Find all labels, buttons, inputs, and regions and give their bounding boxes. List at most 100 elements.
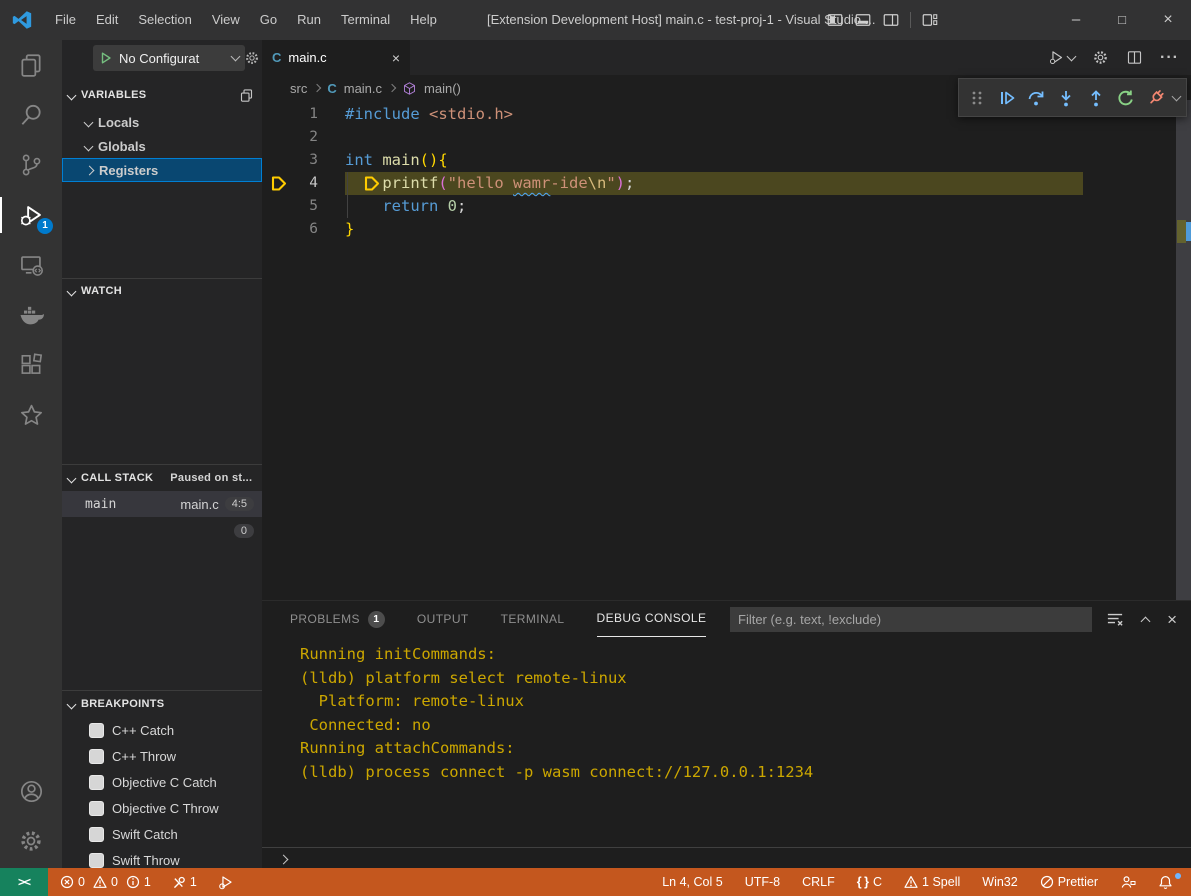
- gear-icon[interactable]: [1092, 49, 1109, 66]
- debug-settings-gear-icon[interactable]: [244, 50, 260, 66]
- remote-indicator[interactable]: ><: [0, 868, 48, 896]
- toggle-sidebar-icon[interactable]: [826, 11, 844, 29]
- breakpoints-section-header[interactable]: BREAKPOINTS: [62, 693, 262, 715]
- formatter-status[interactable]: Prettier: [1034, 875, 1104, 889]
- menu-selection[interactable]: Selection: [128, 0, 201, 40]
- toggle-secondary-sidebar-icon[interactable]: [882, 11, 900, 29]
- console-filter-input[interactable]: [730, 607, 1092, 632]
- breakpoint-cpp-throw[interactable]: C++ Throw: [62, 743, 262, 769]
- problems-label: PROBLEMS: [290, 602, 360, 637]
- debug-toolbar-drag-handle[interactable]: [965, 85, 989, 111]
- variables-item-registers[interactable]: Registers: [62, 158, 262, 182]
- toggle-panel-icon[interactable]: [854, 11, 872, 29]
- manage-button[interactable]: [0, 816, 62, 866]
- menu-view[interactable]: View: [202, 0, 250, 40]
- close-panel-icon[interactable]: ×: [1167, 611, 1177, 628]
- restart-button[interactable]: [1114, 85, 1138, 111]
- sidebar-item-search[interactable]: [0, 90, 62, 140]
- code-line-2[interactable]: 2: [262, 126, 1191, 149]
- breakpoint-objc-catch[interactable]: Objective C Catch: [62, 769, 262, 795]
- notifications-button[interactable]: [1152, 875, 1179, 890]
- checkbox[interactable]: [89, 853, 104, 868]
- more-actions-icon[interactable]: ···: [1160, 49, 1179, 67]
- breakpoint-objc-throw[interactable]: Objective C Throw: [62, 795, 262, 821]
- debug-console-input[interactable]: [262, 847, 1191, 870]
- sidebar-item-docker[interactable]: [0, 290, 62, 340]
- checkbox[interactable]: [89, 749, 104, 764]
- sidebar-item-source-control[interactable]: [0, 140, 62, 190]
- step-out-button[interactable]: [1084, 85, 1108, 111]
- breakpoint-swift-catch[interactable]: Swift Catch: [62, 821, 262, 847]
- sidebar-item-extensions[interactable]: [0, 340, 62, 390]
- ports-status[interactable]: 1: [165, 875, 203, 890]
- eol-sequence[interactable]: CRLF: [796, 875, 841, 889]
- debug-configuration-dropdown[interactable]: No Configurat: [93, 45, 245, 71]
- feedback-button[interactable]: [1114, 875, 1142, 890]
- code-line-6[interactable]: 6 }: [262, 218, 1191, 241]
- tab-output[interactable]: OUTPUT: [417, 602, 469, 637]
- spell-checker-status[interactable]: 1 Spell: [898, 875, 966, 889]
- continue-icon: [997, 88, 1017, 108]
- maximize-panel-icon[interactable]: [1141, 616, 1151, 626]
- line-number: 1: [262, 103, 318, 126]
- code-line-3[interactable]: 3 int main(){: [262, 149, 1191, 172]
- chevron-down-icon[interactable]: [1172, 91, 1182, 101]
- split-editor-icon[interactable]: [1126, 49, 1143, 66]
- stack-frame-row[interactable]: main main.c 4:5: [62, 491, 262, 517]
- language-mode[interactable]: { } C: [851, 875, 888, 889]
- breakpoint-cpp-catch[interactable]: C++ Catch: [62, 717, 262, 743]
- clear-console-icon[interactable]: [1106, 611, 1124, 627]
- debug-status[interactable]: [211, 874, 240, 891]
- run-or-debug-button[interactable]: [1048, 49, 1075, 66]
- editor-scrollbar[interactable]: [1176, 100, 1191, 600]
- checkbox[interactable]: [89, 723, 104, 738]
- variables-section-header[interactable]: VARIABLES: [62, 84, 262, 106]
- cursor-position[interactable]: Ln 4, Col 5: [656, 875, 728, 889]
- disconnect-button[interactable]: [1143, 85, 1167, 111]
- breadcrumb-symbol[interactable]: main(): [424, 81, 461, 96]
- problems-status[interactable]: 0 0 1: [54, 875, 157, 889]
- checkbox[interactable]: [89, 775, 104, 790]
- variables-item-locals[interactable]: Locals: [62, 110, 262, 134]
- sidebar-item-run-and-debug[interactable]: 1: [0, 190, 62, 240]
- menu-go[interactable]: Go: [250, 0, 287, 40]
- disconnect-icon: [1145, 88, 1165, 108]
- copy-icon[interactable]: [239, 88, 254, 103]
- tab-problems[interactable]: PROBLEMS 1: [290, 602, 385, 637]
- tab-main-c[interactable]: C main.c ×: [262, 40, 410, 75]
- step-into-button[interactable]: [1054, 85, 1078, 111]
- call-stack-section-header[interactable]: CALL STACK Paused on st...: [62, 467, 262, 489]
- watch-section-header[interactable]: WATCH: [62, 280, 262, 302]
- customize-layout-icon[interactable]: [921, 11, 939, 29]
- sidebar-item-remote-explorer[interactable]: [0, 240, 62, 290]
- checkbox[interactable]: [89, 827, 104, 842]
- tab-terminal[interactable]: TERMINAL: [501, 602, 565, 637]
- breadcrumb-file[interactable]: main.c: [344, 81, 382, 96]
- tab-debug-console[interactable]: DEBUG CONSOLE: [597, 601, 707, 637]
- sidebar-item-explorer[interactable]: [0, 40, 62, 90]
- checkbox[interactable]: [89, 801, 104, 816]
- variables-item-globals[interactable]: Globals: [62, 134, 262, 158]
- thread-row[interactable]: 0: [62, 519, 262, 543]
- minimize-button[interactable]: –: [1053, 0, 1099, 40]
- menu-run[interactable]: Run: [287, 0, 331, 40]
- source-control-icon: [18, 152, 44, 178]
- code-line-5[interactable]: 5 return 0;: [262, 195, 1191, 218]
- menu-terminal[interactable]: Terminal: [331, 0, 400, 40]
- continue-button[interactable]: [995, 85, 1019, 111]
- maximize-button[interactable]: □: [1099, 0, 1145, 40]
- step-over-button[interactable]: [1024, 85, 1048, 111]
- account-button[interactable]: [0, 766, 62, 816]
- c-file-icon: C: [272, 50, 281, 65]
- code-area[interactable]: 1 #include <stdio.h> 2 3 int main(){ 4: [262, 103, 1191, 600]
- menu-file[interactable]: File: [45, 0, 86, 40]
- breadcrumb-dir[interactable]: src: [290, 81, 307, 96]
- platform-status[interactable]: Win32: [976, 875, 1023, 889]
- menu-help[interactable]: Help: [400, 0, 447, 40]
- tab-close-icon[interactable]: ×: [392, 50, 400, 66]
- encoding[interactable]: UTF-8: [739, 875, 786, 889]
- sidebar-item-wamr-ide[interactable]: [0, 390, 62, 440]
- menu-edit[interactable]: Edit: [86, 0, 128, 40]
- code-line-4-current[interactable]: 4 printf("hello wamr-ide\n");: [262, 172, 1191, 195]
- close-button[interactable]: ×: [1145, 0, 1191, 40]
